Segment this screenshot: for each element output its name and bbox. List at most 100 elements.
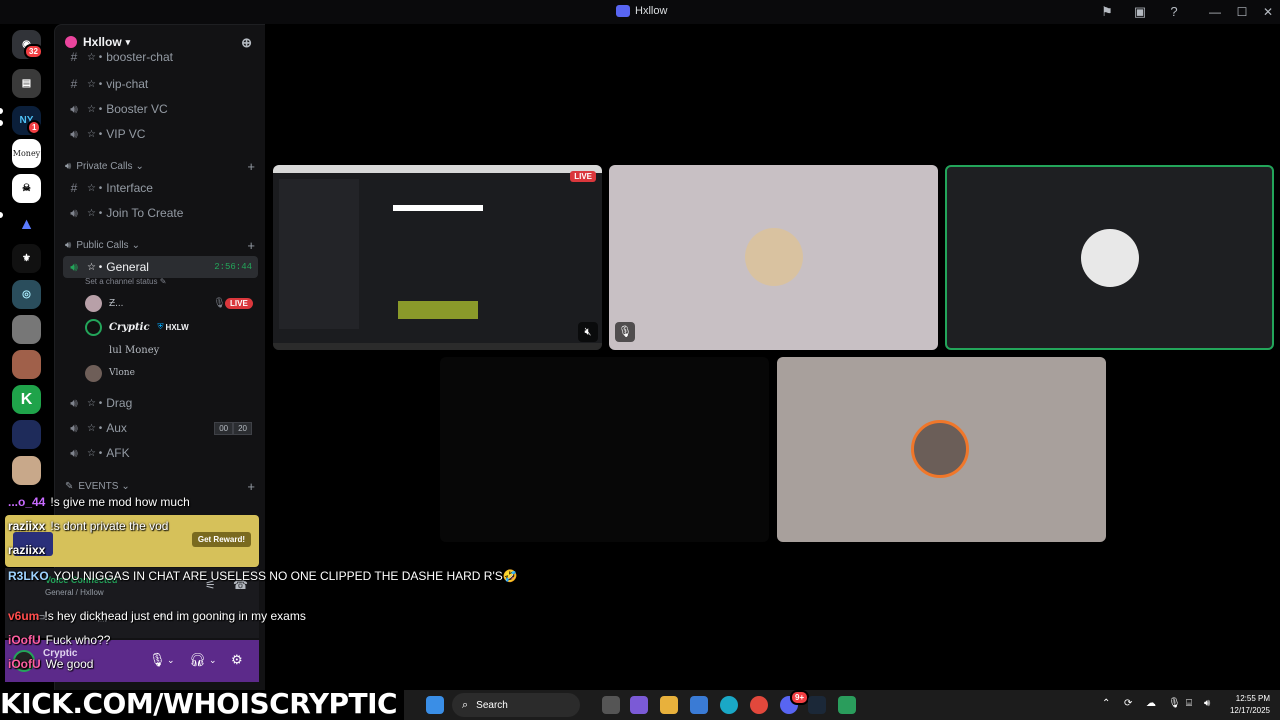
chat-message: raziixx !s dont private the vod xyxy=(8,519,168,533)
channel-vip-chat[interactable]: # ☆ • vip-chat xyxy=(63,73,258,95)
chat-text: YOU NIGGAS IN CHAT ARE USELESS NO ONE CL… xyxy=(53,569,518,583)
server-icon-1[interactable]: ▤ xyxy=(12,69,41,98)
kick-app-icon[interactable] xyxy=(838,696,856,714)
get-reward-button[interactable]: Get Reward! xyxy=(191,532,251,547)
flag-icon[interactable]: ⚑ xyxy=(1099,4,1115,20)
voice-user[interactable]: lul Money xyxy=(109,340,159,360)
add-channel-icon[interactable]: + xyxy=(247,238,255,253)
task-view-icon[interactable] xyxy=(602,696,620,714)
channel-label: vip-chat xyxy=(106,77,149,91)
server-icon-k[interactable]: K xyxy=(12,385,41,414)
minimize-button[interactable]: — xyxy=(1205,4,1225,20)
window-title: Hxllow xyxy=(616,5,667,17)
star-icon: ☆ • xyxy=(87,207,103,219)
participant-tile[interactable]: 🎙︎ xyxy=(609,165,938,350)
stream-volume-icon[interactable]: 🔇︎ xyxy=(578,322,598,342)
chrome-icon[interactable] xyxy=(750,696,768,714)
channel-afk[interactable]: 🔊︎ ☆ • AFK xyxy=(63,442,258,464)
star-icon: ☆ • xyxy=(87,51,103,63)
chat-text: !s hey dickhead just end im gooning in m… xyxy=(44,609,306,623)
chat-text: !s dont private the vod xyxy=(50,519,169,533)
close-button[interactable]: ✕ xyxy=(1258,4,1278,20)
star-icon: ☆ • xyxy=(87,447,103,459)
channel-vip-vc[interactable]: 🔊︎ ☆ • VIP VC xyxy=(63,123,258,145)
channel-label: Join To Create xyxy=(106,206,184,220)
chevron-down-icon: ⌄ xyxy=(135,161,144,172)
settings-gear-icon[interactable]: ⚙ xyxy=(231,652,243,668)
channel-aux[interactable]: 🔊︎ ☆ • Aux 00 20 xyxy=(63,417,258,439)
category-public-calls[interactable]: 🔊︎ Public Calls ⌄ + xyxy=(65,238,255,253)
server-icon-controller[interactable]: ◎ xyxy=(12,280,41,309)
steam-icon[interactable] xyxy=(808,696,826,714)
microphone-tray-icon[interactable]: 🎙︎ xyxy=(1168,698,1181,709)
avatar xyxy=(745,228,803,286)
stream-tile[interactable]: LIVE 🔇︎ xyxy=(273,165,602,350)
pin-icon: ✎ xyxy=(65,481,74,492)
volume-icon[interactable]: 🔊︎ xyxy=(1204,698,1210,709)
stream-panel xyxy=(279,179,359,329)
hash-icon: # xyxy=(70,77,78,91)
voice-user[interactable]: Ƶ... 🎙︎ LIVE xyxy=(85,293,253,313)
participant-tile-empty[interactable] xyxy=(440,357,769,542)
muted-icon: 🎙︎ xyxy=(615,322,635,342)
inbox-icon[interactable]: ▣ xyxy=(1132,4,1148,20)
kick-url-banner: KICK.COM/WHOISCRYPTIC xyxy=(0,687,398,720)
participant-tile[interactable] xyxy=(777,357,1106,542)
chevron-up-icon[interactable]: ⌃ xyxy=(1102,698,1110,709)
channel-booster-chat[interactable]: # ☆ • booster-chat xyxy=(63,50,258,64)
voice-user[interactable]: Vlone xyxy=(85,363,135,383)
add-member-icon[interactable]: ⊕ xyxy=(241,35,252,51)
add-channel-icon[interactable]: + xyxy=(247,479,255,494)
maximize-button[interactable]: ☐ xyxy=(1232,4,1252,20)
server-icon-triangle[interactable]: ▲ xyxy=(12,210,41,239)
server-icon-face[interactable] xyxy=(12,456,41,485)
chat-username: iOofU xyxy=(8,633,41,647)
channel-general[interactable]: 🔊︎ ☆ • General 2:56:44 xyxy=(63,256,258,278)
sync-icon[interactable]: ⟳ xyxy=(1124,698,1132,709)
unread-pip xyxy=(0,108,3,114)
taskbar-search[interactable]: ⌕ Search xyxy=(452,693,580,717)
voice-user[interactable]: Cryptic ⛨ HXLW xyxy=(85,317,189,337)
server-icon-money[interactable]: Money xyxy=(12,139,41,168)
channel-drag[interactable]: 🔊︎ ☆ • Drag xyxy=(63,392,258,414)
call-timer: 2:56:44 xyxy=(214,262,252,272)
channel-interface[interactable]: # ☆ • Interface xyxy=(63,177,258,199)
server-icon-crest[interactable]: ⚜ xyxy=(12,244,41,273)
chevron-down-icon: ▾ xyxy=(125,36,131,47)
channel-label: VIP VC xyxy=(106,127,146,141)
participant-tile-speaking[interactable] xyxy=(945,165,1274,350)
store-icon[interactable] xyxy=(690,696,708,714)
channel-join-to-create[interactable]: 🔊︎ ☆ • Join To Create xyxy=(63,202,258,224)
server-icon-bw[interactable] xyxy=(12,315,41,344)
start-menu-icon[interactable] xyxy=(426,696,444,714)
channel-label: AFK xyxy=(106,446,130,460)
windows-taskbar: ⌕ Search 9+ ⌃ ⟳ ☁ 🎙︎ ⌸ 🔊︎ 12:55 PM 12/17… xyxy=(404,690,1280,720)
star-icon: ☆ • xyxy=(87,261,103,273)
category-events[interactable]: ✎ EVENTS ⌄ + xyxy=(65,479,255,494)
server-icon-social[interactable] xyxy=(12,420,41,449)
channel-booster-vc[interactable]: 🔊︎ ☆ • Booster VC xyxy=(63,98,258,120)
edge-icon[interactable] xyxy=(720,696,738,714)
add-channel-icon[interactable]: + xyxy=(247,159,255,174)
category-private-calls[interactable]: 🔊︎ Private Calls ⌄ + xyxy=(65,159,255,174)
copilot-icon[interactable] xyxy=(630,696,648,714)
voice-user-name: lul Money xyxy=(109,344,160,356)
stream-window-bar xyxy=(273,165,602,173)
help-icon[interactable]: ? xyxy=(1166,4,1182,20)
chevron-down-icon[interactable]: ⌄ xyxy=(167,655,175,666)
clock-time: 12:55 PM xyxy=(1235,694,1270,703)
channel-status-hint[interactable]: Set a channel status ✎ xyxy=(85,277,166,286)
chat-username: ...o_44 xyxy=(8,495,46,509)
wifi-icon[interactable]: ☁ xyxy=(1146,698,1156,709)
server-icon-photo[interactable] xyxy=(12,350,41,379)
microphone-icon[interactable]: 🎙︎ xyxy=(149,652,166,668)
file-explorer-icon[interactable] xyxy=(660,696,678,714)
network-icon[interactable]: ⌸ xyxy=(1186,698,1192,709)
dm-badge: 32 xyxy=(24,44,43,59)
avatar xyxy=(85,364,102,382)
system-clock[interactable]: 12:55 PM 12/17/2025 xyxy=(1230,693,1270,717)
chevron-down-icon[interactable]: ⌄ xyxy=(209,655,217,666)
category-label: Public Calls xyxy=(76,240,129,251)
server-icon-skull[interactable]: ☠ xyxy=(12,174,41,203)
headphones-icon[interactable]: 🎧︎ xyxy=(189,652,206,668)
